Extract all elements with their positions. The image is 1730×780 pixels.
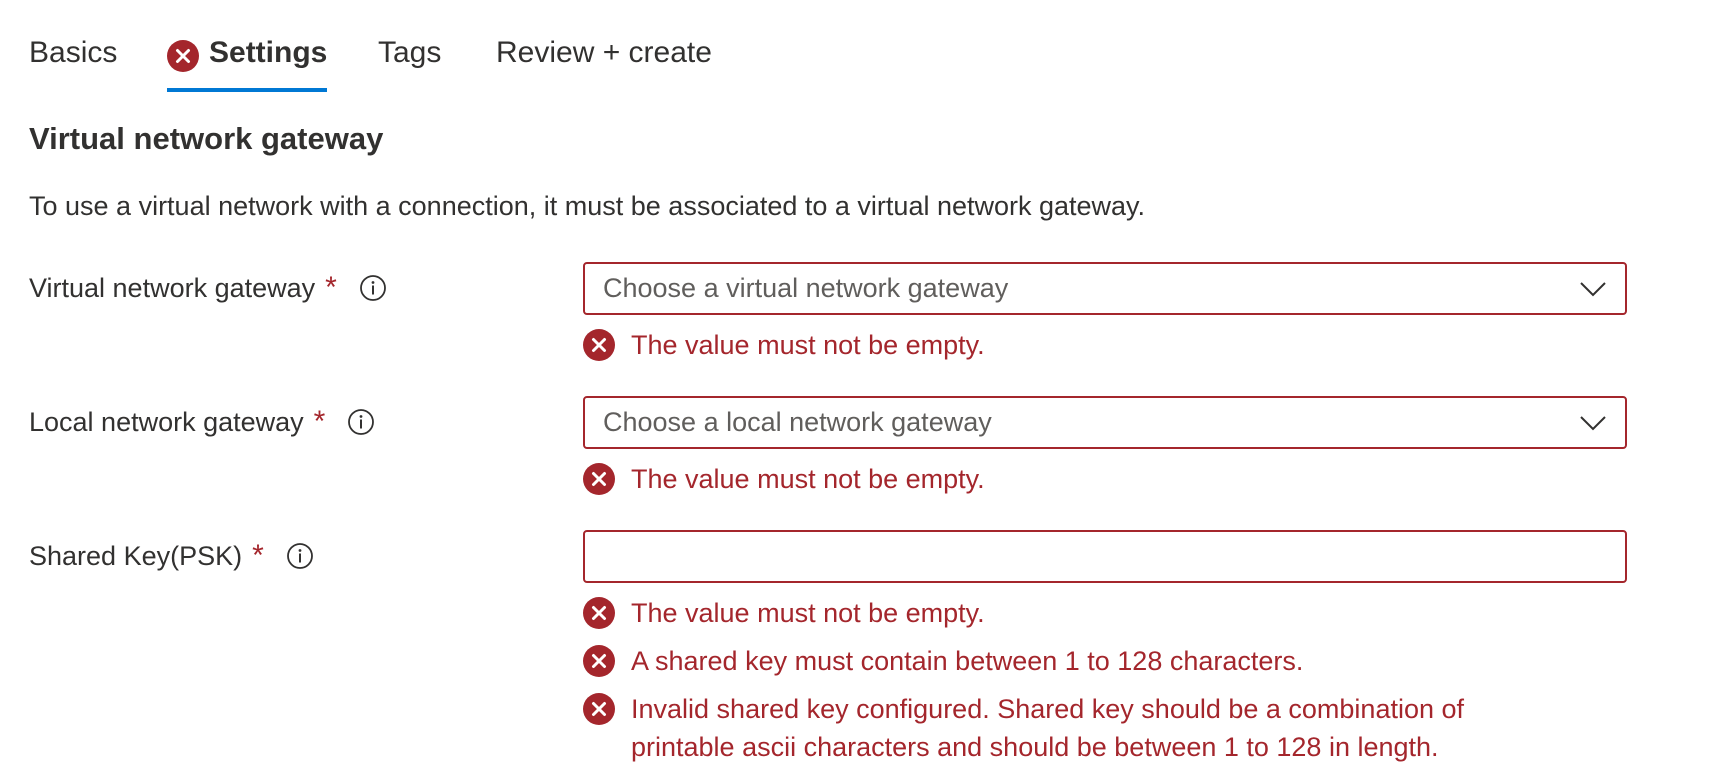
error-circle-icon [583, 597, 615, 629]
error-circle-icon [583, 693, 615, 725]
psk-input-wrapper [583, 530, 1627, 583]
vng-dropdown[interactable]: Choose a virtual network gateway [583, 262, 1627, 315]
error-circle-icon [583, 463, 615, 495]
section-description: To use a virtual network with a connecti… [29, 191, 1146, 221]
lng-placeholder: Choose a local network gateway [603, 407, 992, 437]
vng-label: Virtual network gateway [29, 272, 316, 303]
required-mark: * [325, 271, 337, 304]
tab-basics[interactable]: Basics [29, 28, 117, 92]
section-title: Virtual network gateway [29, 121, 384, 156]
vng-label-row: Virtual network gateway * [29, 271, 387, 305]
info-circle-icon[interactable] [347, 408, 375, 436]
tab-review-create[interactable]: Review + create [496, 28, 712, 92]
error-circle-icon [583, 329, 615, 361]
tab-label: Settings [209, 36, 328, 69]
error-circle-icon [583, 645, 615, 677]
tab-tags[interactable]: Tags [378, 28, 441, 92]
tab-label: Review + create [496, 36, 712, 69]
info-circle-icon[interactable] [359, 274, 387, 302]
info-circle-icon[interactable] [286, 542, 314, 570]
lng-dropdown[interactable]: Choose a local network gateway [583, 396, 1627, 449]
error-text: The value must not be empty. [631, 464, 985, 494]
required-mark: * [313, 405, 326, 438]
lng-label: Local network gateway [29, 406, 304, 437]
error-text: The value must not be empty. [631, 598, 985, 628]
error-text: The value must not be empty. [631, 330, 985, 360]
lng-error: The value must not be empty. [583, 460, 1627, 498]
vng-error: The value must not be empty. [583, 326, 1627, 364]
vng-placeholder: Choose a virtual network gateway [603, 273, 1009, 303]
tab-label: Tags [378, 36, 442, 69]
error-circle-icon [167, 40, 199, 72]
psk-label-row: Shared Key(PSK) * [29, 539, 314, 573]
psk-error: Invalid shared key configured. Shared ke… [583, 690, 1627, 766]
error-text: Invalid shared key configured. Shared ke… [631, 694, 1465, 762]
chevron-down-icon [1580, 416, 1606, 431]
tab-label: Basics [29, 36, 118, 69]
lng-label-row: Local network gateway * [29, 405, 375, 439]
required-mark: * [252, 539, 264, 572]
shared-key-input[interactable] [603, 531, 1625, 582]
tab-settings[interactable]: Settings [167, 28, 328, 92]
chevron-down-icon [1580, 282, 1606, 297]
error-text: A shared key must contain between 1 to 1… [631, 646, 1304, 676]
psk-label: Shared Key(PSK) [29, 540, 243, 571]
psk-error: The value must not be empty. [583, 594, 1627, 632]
psk-error: A shared key must contain between 1 to 1… [583, 642, 1627, 680]
